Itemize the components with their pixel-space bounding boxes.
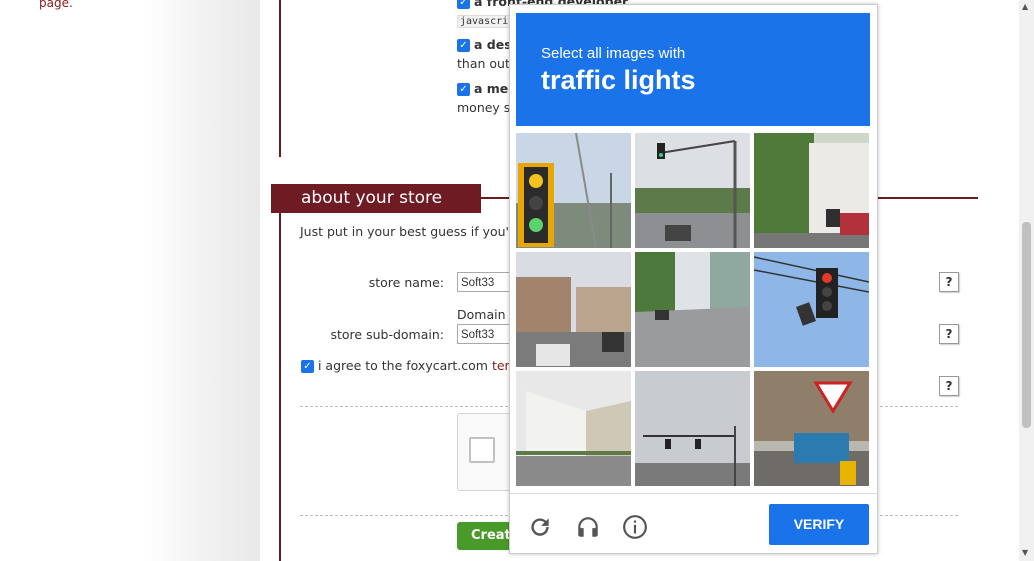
verify-button[interactable]: VERIFY [769,504,869,545]
captcha-tile[interactable] [516,133,631,248]
store-name-label: store name: [368,275,444,290]
captcha-footer: VERIFY [510,493,877,554]
captcha-tile[interactable] [754,371,869,486]
captcha-target: traffic lights [541,65,696,95]
agree-checkbox[interactable]: ✓ [301,360,314,373]
domain-label: Domain [457,307,506,322]
scroll-up-icon[interactable]: ▲ [1022,2,1028,11]
left-background [0,0,260,561]
option-merchant-line2: money s [457,100,511,115]
left-rule-top [279,0,281,157]
left-rule-bottom [279,213,281,561]
option-checkbox[interactable]: ✓ [457,83,470,96]
page-link[interactable]: page. [39,0,73,10]
sub-domain-input[interactable]: Soft33 [457,324,517,344]
scroll-down-icon[interactable]: ▼ [1022,548,1028,557]
option-merchant: ✓ a mer [457,81,514,96]
captcha-tile[interactable] [635,133,750,248]
captcha-tile[interactable] [754,252,869,367]
info-icon[interactable] [622,514,648,540]
option-checkbox[interactable]: ✓ [457,39,470,52]
help-icon[interactable]: ? [939,272,959,292]
help-icon[interactable]: ? [939,324,959,344]
option-checkbox[interactable]: ✓ [457,0,470,9]
captcha-image-grid [516,133,870,487]
option-designer-line2: than out [457,56,510,71]
scrollbar[interactable]: ▲ ▼ [1019,0,1034,561]
captcha-header: Select all images with traffic lights [516,13,870,126]
sub-domain-label: store sub-domain: [330,327,445,342]
captcha-tile[interactable] [635,371,750,486]
store-name-input[interactable]: Soft33 [457,272,517,292]
audio-icon[interactable] [575,514,601,540]
captcha-tile[interactable] [516,252,631,367]
option-designer: ✓ a des [457,37,512,52]
captcha-instruction: Select all images with [541,45,686,62]
section-intro: Just put in your best guess if you'r [300,224,515,239]
captcha-tile[interactable] [516,371,631,486]
help-icon[interactable]: ? [939,376,959,396]
captcha-challenge: Select all images with traffic lights VE… [509,4,878,554]
reload-icon[interactable] [527,514,553,540]
recaptcha-checkbox[interactable] [469,437,495,463]
scrollbar-thumb[interactable] [1022,222,1031,428]
create-store-button[interactable]: Create [457,522,517,550]
captcha-tile[interactable] [635,252,750,367]
option-frontend-line2: javascri [457,12,512,28]
captcha-tile[interactable] [754,133,869,248]
section-title: about your store [271,184,481,213]
agree-terms: ✓ i agree to the foxycart.com term [301,358,522,373]
